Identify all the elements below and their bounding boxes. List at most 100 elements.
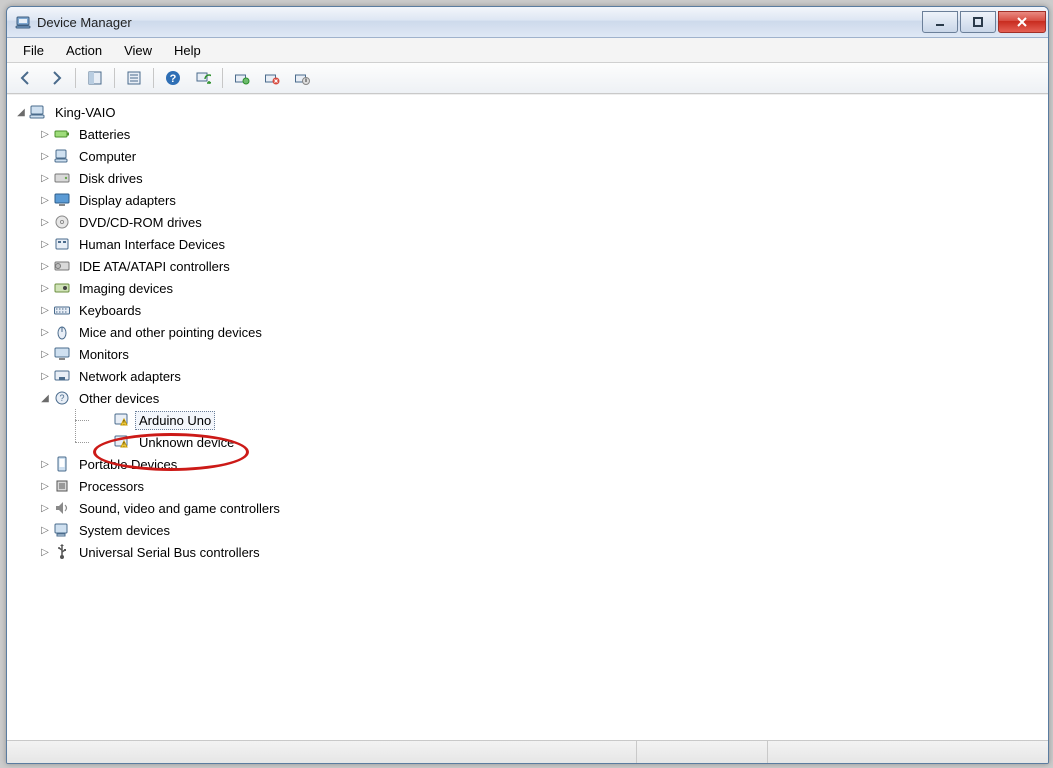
category-label: Display adapters [75,191,180,210]
category-node[interactable]: ▷ Universal Serial Bus controllers [11,541,1044,563]
status-cell [7,741,637,763]
category-other-devices[interactable]: ◢ ? Other devices [11,387,1044,409]
svg-text:?: ? [170,73,177,85]
imaging-icon [53,279,71,297]
expand-icon[interactable]: ▷ [39,348,51,360]
cpu-icon [53,477,71,495]
category-node[interactable]: ▷ Keyboards [11,299,1044,321]
category-node[interactable]: ▷ Human Interface Devices [11,233,1044,255]
network-icon [53,367,71,385]
computer-icon [53,147,71,165]
window-title: Device Manager [37,15,132,30]
expand-icon[interactable]: ▷ [39,216,51,228]
menu-view[interactable]: View [114,40,162,61]
expand-icon[interactable]: ▷ [39,304,51,316]
monitor-icon [53,345,71,363]
uninstall-button[interactable] [259,65,285,91]
category-node[interactable]: ▷ Mice and other pointing devices [11,321,1044,343]
toolbar-separator [153,68,154,88]
expand-icon[interactable]: ▷ [39,524,51,536]
expand-icon[interactable]: ▷ [39,238,51,250]
device-arduino-uno[interactable]: ! Arduino Uno [11,409,1044,431]
menu-action[interactable]: Action [56,40,112,61]
device-tree-panel[interactable]: ◢ King-VAIO ▷Batteries▷Computer▷Disk dri… [7,94,1048,740]
category-node[interactable]: ▷Monitors [11,343,1044,365]
tree-line [75,420,76,442]
expand-icon[interactable]: ▷ [39,260,51,272]
scan-hardware-button[interactable] [190,65,216,91]
category-node[interactable]: ▷ IDE ATA/ATAPI controllers [11,255,1044,277]
computer-root-icon [29,103,47,121]
category-node[interactable]: ▷ Batteries [11,123,1044,145]
properties-button[interactable] [121,65,147,91]
expand-icon[interactable]: ▷ [39,370,51,382]
category-label: Keyboards [75,301,145,320]
toolbar-separator [222,68,223,88]
device-unknown[interactable]: ! Unknown device [11,431,1044,453]
back-button[interactable] [13,65,39,91]
category-label: Processors [75,477,148,496]
category-node[interactable]: ▷Network adapters [11,365,1044,387]
warning-device-icon: ! [113,433,131,451]
collapse-icon[interactable]: ◢ [39,392,51,404]
expand-icon[interactable]: ▷ [39,128,51,140]
expand-icon[interactable]: ▷ [39,326,51,338]
device-label: Unknown device [135,433,238,452]
expand-icon[interactable]: ▷ [39,480,51,492]
portable-icon [53,455,71,473]
status-cell [768,741,1048,763]
category-label: System devices [75,521,174,540]
disable-button[interactable] [289,65,315,91]
tree-root[interactable]: ◢ King-VAIO [11,101,1044,123]
device-tree: ◢ King-VAIO ▷Batteries▷Computer▷Disk dri… [7,95,1048,569]
category-node[interactable]: ▷DVD/CD-ROM drives [11,211,1044,233]
warning-device-icon: ! [113,411,131,429]
device-manager-window: Device Manager File Action View Help [6,6,1049,764]
expand-icon[interactable]: ▷ [39,150,51,162]
category-node[interactable]: ▷Portable Devices [11,453,1044,475]
category-label: Human Interface Devices [75,235,229,254]
category-label: Mice and other pointing devices [75,323,266,342]
toolbar-separator [75,68,76,88]
category-node[interactable]: ▷ Display adapters [11,189,1044,211]
forward-button[interactable] [43,65,69,91]
sound-icon [53,499,71,517]
category-node[interactable]: ▷Computer [11,145,1044,167]
category-label: Batteries [75,125,134,144]
expand-icon[interactable]: ▷ [39,194,51,206]
show-hide-tree-button[interactable] [82,65,108,91]
minimize-button[interactable] [922,11,958,33]
category-label: IDE ATA/ATAPI controllers [75,257,234,276]
tree-elbow [75,420,89,421]
expand-icon[interactable]: ▷ [39,458,51,470]
help-button[interactable]: ? [160,65,186,91]
mouse-icon [53,323,71,341]
category-node[interactable]: ▷ Sound, video and game controllers [11,497,1044,519]
tree-elbow [75,442,89,443]
update-driver-button[interactable] [229,65,255,91]
toolbar: ? [7,63,1048,94]
category-label: Universal Serial Bus controllers [75,543,264,562]
other-devices-icon: ? [53,389,71,407]
close-button[interactable] [998,11,1046,33]
expand-icon[interactable]: ▷ [39,282,51,294]
category-label: Sound, video and game controllers [75,499,284,518]
titlebar-drag[interactable] [132,7,922,37]
menu-file[interactable]: File [13,40,54,61]
category-node[interactable]: ▷ System devices [11,519,1044,541]
maximize-button[interactable] [960,11,996,33]
display-icon [53,191,71,209]
category-node[interactable]: ▷Imaging devices [11,277,1044,299]
category-node[interactable]: ▷ Disk drives [11,167,1044,189]
expand-icon[interactable]: ▷ [39,172,51,184]
category-label: Disk drives [75,169,147,188]
expand-icon[interactable]: ▷ [39,502,51,514]
battery-icon [53,125,71,143]
menu-help[interactable]: Help [164,40,211,61]
collapse-icon[interactable]: ◢ [15,106,27,118]
expand-icon[interactable]: ▷ [39,546,51,558]
hid-icon [53,235,71,253]
svg-text:?: ? [59,393,64,403]
category-node[interactable]: ▷ Processors [11,475,1044,497]
usb-icon [53,543,71,561]
